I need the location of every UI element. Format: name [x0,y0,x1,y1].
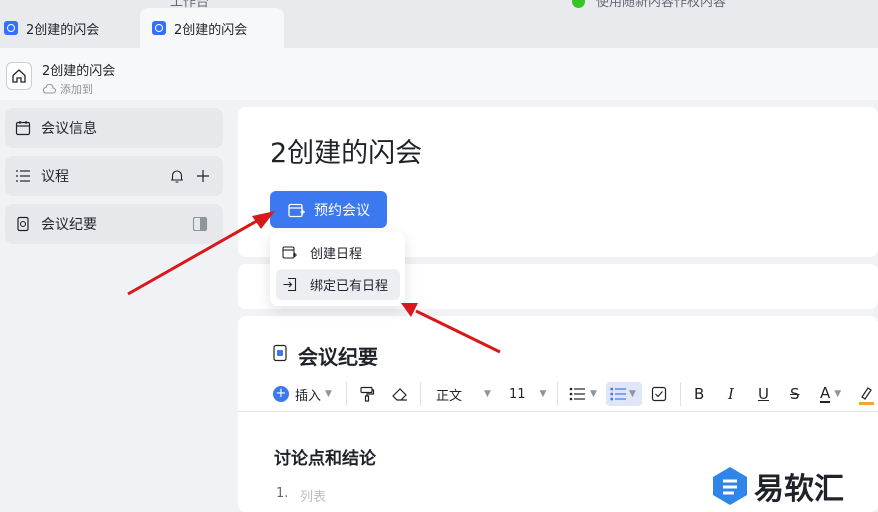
watermark-text: 易软汇 [754,472,844,507]
annotation-arrow-2 [415,309,501,354]
annotation-arrowhead-2 [401,303,418,317]
annotation-arrowhead-1 [252,211,275,229]
watermark: 易软汇 [710,464,844,508]
watermark-logo-icon [713,467,747,505]
annotation-arrow-1 [127,216,263,296]
annotation-arrows [127,211,501,354]
